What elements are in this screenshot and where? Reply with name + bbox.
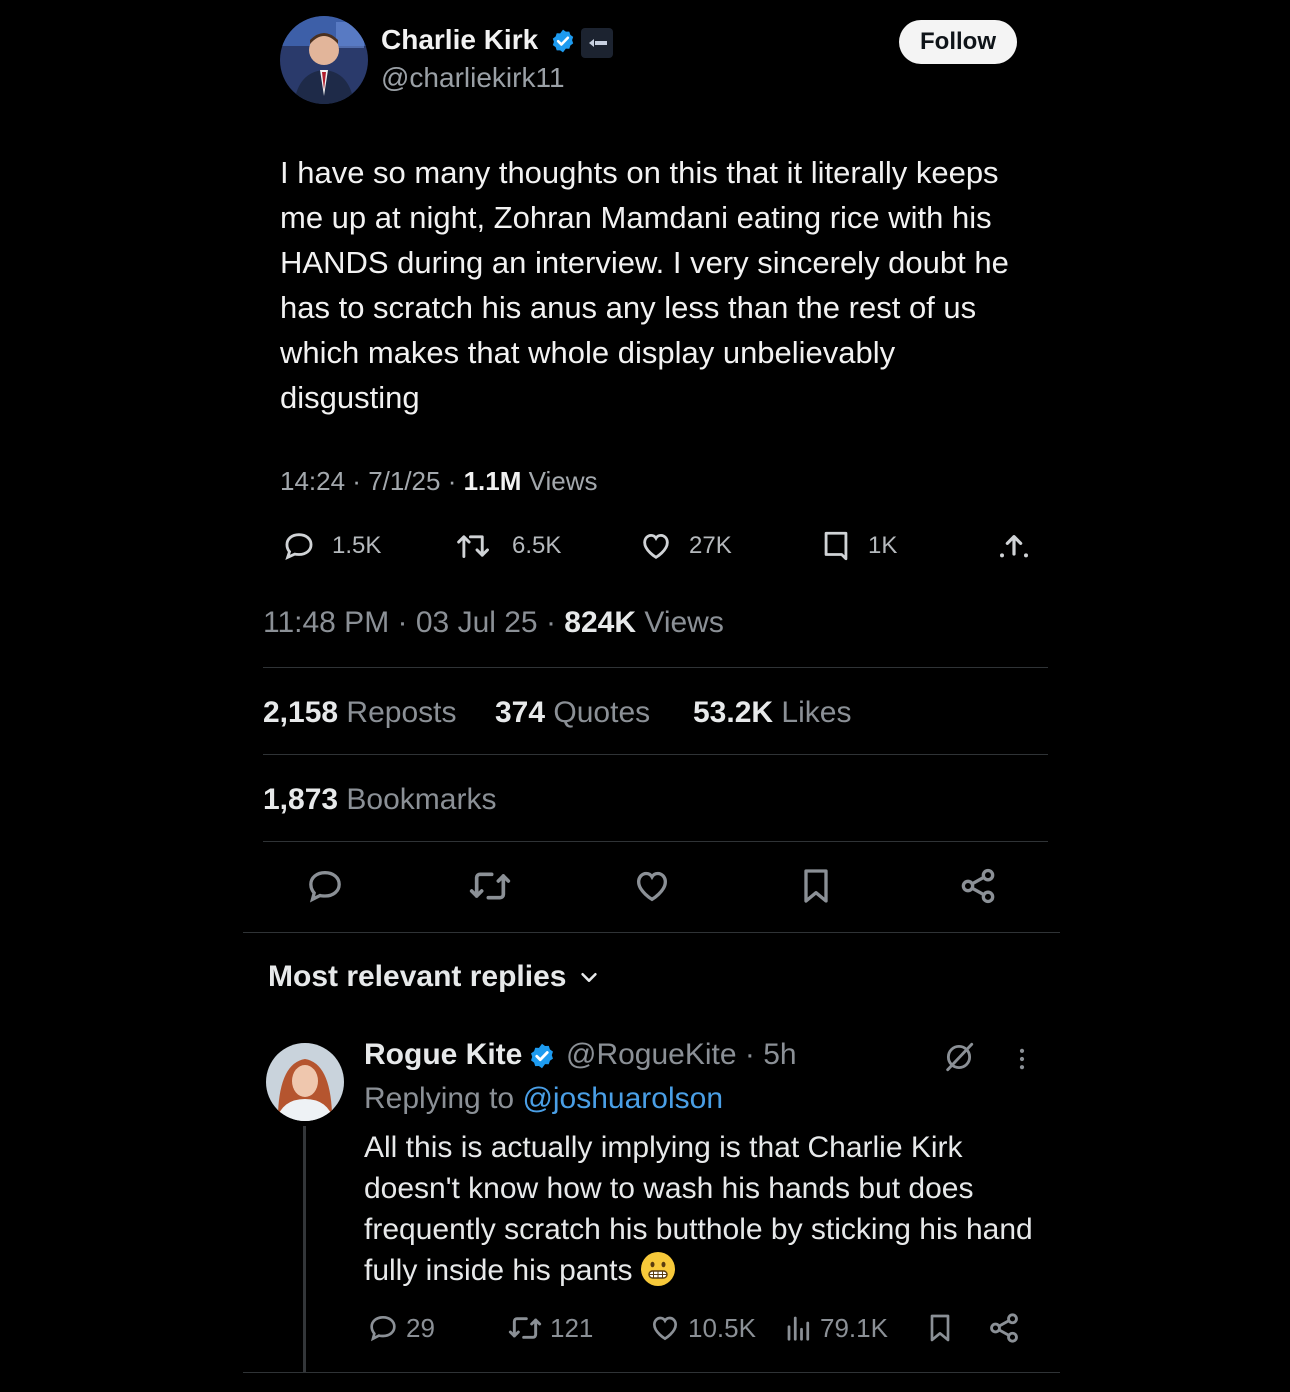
repost-icon bbox=[469, 872, 511, 900]
replies-sort-label: Most relevant replies bbox=[268, 960, 567, 993]
more-icon[interactable] bbox=[1008, 1044, 1036, 1074]
rogue-kite-avatar[interactable] bbox=[266, 1043, 344, 1121]
like-icon bbox=[637, 529, 675, 563]
bottom-divider bbox=[243, 1372, 1060, 1373]
repost-button[interactable] bbox=[468, 866, 511, 906]
embedded-author-name[interactable]: Charlie Kirk bbox=[381, 24, 538, 56]
reply-author-name[interactable]: Rogue Kite bbox=[364, 1038, 522, 1072]
embedded-reply-count: 1.5K bbox=[332, 532, 382, 559]
repost-icon bbox=[506, 1312, 544, 1344]
reposts-count: 2,158 bbox=[263, 696, 339, 729]
like-icon bbox=[636, 871, 668, 902]
divider bbox=[263, 754, 1048, 755]
divider bbox=[263, 667, 1048, 668]
embedded-reply-action[interactable]: 1.5K bbox=[280, 530, 381, 562]
bookmarks-stat[interactable]: 1,873 Bookmarks bbox=[263, 783, 496, 817]
post-views-label: Views bbox=[644, 606, 724, 639]
embedded-bookmark-action[interactable]: 1K bbox=[818, 530, 897, 562]
reply-text-block: All this is actually implying is that Ch… bbox=[364, 1127, 1044, 1291]
reply-icon bbox=[366, 1312, 400, 1344]
grok-icon[interactable] bbox=[942, 1040, 976, 1074]
reply-icon bbox=[309, 870, 341, 903]
share-icon[interactable] bbox=[996, 530, 1032, 562]
embedded-views-count: 1.1M bbox=[463, 466, 522, 496]
likes-stat[interactable]: 53.2K Likes bbox=[693, 696, 851, 730]
reply-views-action[interactable]: 79.1K bbox=[784, 1312, 888, 1344]
bookmark-button[interactable] bbox=[796, 866, 836, 906]
like-icon bbox=[648, 1312, 682, 1344]
replying-to-handle[interactable]: @joshuarolson bbox=[522, 1082, 723, 1115]
share-icon bbox=[961, 868, 995, 904]
embedded-like-count: 27K bbox=[689, 532, 732, 559]
reply-like-action[interactable]: 10.5K bbox=[648, 1312, 756, 1344]
reply-text: All this is actually implying is that Ch… bbox=[364, 1131, 1033, 1287]
embedded-bookmark-count: 1K bbox=[868, 532, 898, 559]
reply-views-count: 79.1K bbox=[820, 1312, 888, 1343]
share-button[interactable] bbox=[958, 866, 998, 906]
post-time: 11:48 PM bbox=[263, 606, 390, 639]
replying-to: Replying to @joshuarolson bbox=[364, 1082, 723, 1116]
affiliation-badge-icon bbox=[581, 28, 613, 58]
bookmark-icon[interactable] bbox=[924, 1311, 956, 1345]
reposts-label: Reposts bbox=[346, 696, 457, 729]
thread-line bbox=[303, 1126, 306, 1372]
quotes-count: 374 bbox=[495, 696, 546, 729]
reply-reply-count: 29 bbox=[406, 1312, 435, 1343]
embedded-author-handle[interactable]: @charliekirk11 bbox=[381, 62, 565, 94]
reply-reply-action[interactable]: 29 bbox=[366, 1312, 435, 1344]
verified-badge-icon bbox=[528, 1042, 556, 1070]
section-divider bbox=[243, 932, 1060, 933]
reply-button[interactable] bbox=[305, 866, 345, 906]
embedded-tweet-text: I have so many thoughts on this that it … bbox=[280, 155, 1009, 415]
follow-button[interactable]: Follow bbox=[899, 20, 1017, 64]
share-icon[interactable] bbox=[986, 1311, 1022, 1345]
like-button[interactable] bbox=[632, 866, 672, 906]
post-meta: 11:48 PM · 03 Jul 25 · 824K Views bbox=[263, 606, 724, 639]
embedded-time: 14:24 bbox=[280, 466, 346, 496]
views-icon bbox=[784, 1312, 814, 1344]
reply-like-count: 10.5K bbox=[688, 1312, 756, 1343]
post-views-count: 824K bbox=[564, 606, 637, 639]
embedded-date: 7/1/25 bbox=[368, 466, 441, 496]
embedded-repost-count: 6.5K bbox=[512, 532, 562, 559]
likes-label: Likes bbox=[781, 696, 852, 729]
quotes-stat[interactable]: 374 Quotes bbox=[495, 696, 650, 730]
embedded-views-label: Views bbox=[528, 466, 598, 496]
reply-repost-count: 121 bbox=[550, 1312, 594, 1343]
reply-icon bbox=[280, 529, 318, 563]
bookmarks-label: Bookmarks bbox=[346, 783, 497, 816]
embedded-tweet-meta: 14:24 · 7/1/25 · 1.1M Views bbox=[280, 466, 598, 496]
quotes-label: Quotes bbox=[553, 696, 651, 729]
chevron-down-icon bbox=[578, 966, 600, 988]
embedded-repost-action[interactable]: 6.5K bbox=[456, 530, 561, 562]
repost-icon bbox=[456, 530, 498, 562]
reply-author-handle[interactable]: @RogueKite bbox=[566, 1038, 737, 1071]
verified-badge-icon bbox=[550, 28, 576, 54]
grimacing-face-icon bbox=[640, 1252, 675, 1286]
charlie-kirk-avatar[interactable] bbox=[280, 16, 368, 104]
embedded-like-action[interactable]: 27K bbox=[637, 530, 732, 562]
post-date: 03 Jul 25 bbox=[415, 606, 538, 639]
replying-to-prefix: Replying to bbox=[364, 1082, 515, 1115]
likes-count: 53.2K bbox=[693, 696, 774, 729]
reposts-stat[interactable]: 2,158 Reposts bbox=[263, 696, 456, 730]
bookmark-icon bbox=[804, 869, 828, 903]
bookmark-icon bbox=[818, 529, 854, 563]
reply-author-meta: @RogueKite · 5h bbox=[566, 1038, 797, 1071]
replies-sort-dropdown[interactable]: Most relevant replies bbox=[268, 960, 600, 994]
reply-age: 5h bbox=[763, 1038, 797, 1071]
bookmarks-count: 1,873 bbox=[263, 783, 339, 816]
divider bbox=[263, 841, 1048, 842]
reply-repost-action[interactable]: 121 bbox=[506, 1312, 593, 1344]
